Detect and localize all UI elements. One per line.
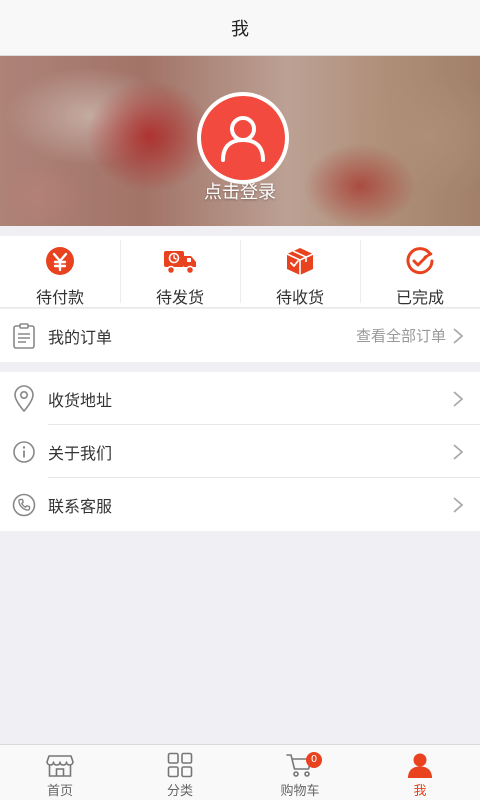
profile-header-banner: 点击登录 bbox=[0, 56, 480, 226]
store-icon bbox=[46, 755, 74, 777]
chevron-right-icon bbox=[453, 496, 464, 513]
my-orders-label: 我的订单 bbox=[48, 327, 113, 347]
status-label: 待发货 bbox=[155, 288, 204, 307]
status-completed[interactable]: 已完成 bbox=[360, 236, 480, 307]
chevron-right-icon bbox=[453, 443, 464, 460]
cart-count-badge: 0 bbox=[306, 752, 322, 768]
bottom-tab-bar: 首页 分类 0 购物车 我 bbox=[0, 744, 480, 800]
tab-label: 我 bbox=[413, 784, 427, 799]
status-pending-shipment[interactable]: 待发货 bbox=[120, 236, 240, 307]
menu-item-label: 联系客服 bbox=[48, 496, 113, 516]
menu-item-customer-service[interactable]: 联系客服 bbox=[0, 478, 480, 531]
status-label: 待付款 bbox=[35, 288, 84, 307]
tab-category[interactable]: 分类 bbox=[120, 745, 240, 800]
package-box-icon bbox=[286, 248, 314, 275]
user-icon bbox=[408, 753, 432, 778]
menu-item-label: 收货地址 bbox=[48, 390, 113, 410]
chevron-right-icon bbox=[453, 327, 464, 344]
grid-icon bbox=[167, 752, 193, 778]
status-pending-receipt[interactable]: 待收货 bbox=[240, 236, 360, 307]
menu-item-about[interactable]: 关于我们 bbox=[0, 425, 480, 478]
login-link[interactable]: 点击登录 bbox=[0, 178, 480, 204]
menu-item-address[interactable]: 收货地址 bbox=[0, 372, 480, 425]
status-label: 已完成 bbox=[395, 288, 444, 307]
chevron-right-icon bbox=[453, 390, 464, 407]
status-pending-payment[interactable]: 待付款 bbox=[0, 236, 120, 307]
tab-label: 分类 bbox=[166, 784, 193, 799]
my-orders-row[interactable]: 我的订单 查看全部订单 bbox=[0, 309, 480, 362]
avatar[interactable] bbox=[197, 92, 289, 184]
info-icon bbox=[13, 440, 35, 463]
completed-check-icon bbox=[406, 247, 434, 275]
title-bar: 我 bbox=[0, 0, 480, 56]
phone-icon bbox=[12, 493, 36, 516]
status-label: 待收货 bbox=[275, 288, 324, 307]
tab-home[interactable]: 首页 bbox=[0, 745, 120, 800]
tab-label: 首页 bbox=[46, 784, 73, 799]
delivery-truck-icon bbox=[164, 251, 196, 275]
menu-item-label: 关于我们 bbox=[48, 443, 113, 463]
tab-cart[interactable]: 0 购物车 bbox=[240, 745, 360, 800]
user-icon bbox=[221, 116, 265, 162]
page-title: 我 bbox=[231, 18, 249, 40]
tab-label: 购物车 bbox=[280, 784, 320, 799]
yen-circle-icon bbox=[46, 247, 74, 275]
avatar-circle[interactable] bbox=[201, 96, 285, 180]
view-all-orders-link[interactable]: 查看全部订单 bbox=[356, 325, 446, 346]
clipboard-icon bbox=[13, 322, 35, 349]
tab-me[interactable]: 我 bbox=[360, 745, 480, 800]
location-pin-icon bbox=[14, 384, 34, 412]
order-status-bar: 待付款 待发货 待收货 已完成 bbox=[0, 236, 480, 308]
